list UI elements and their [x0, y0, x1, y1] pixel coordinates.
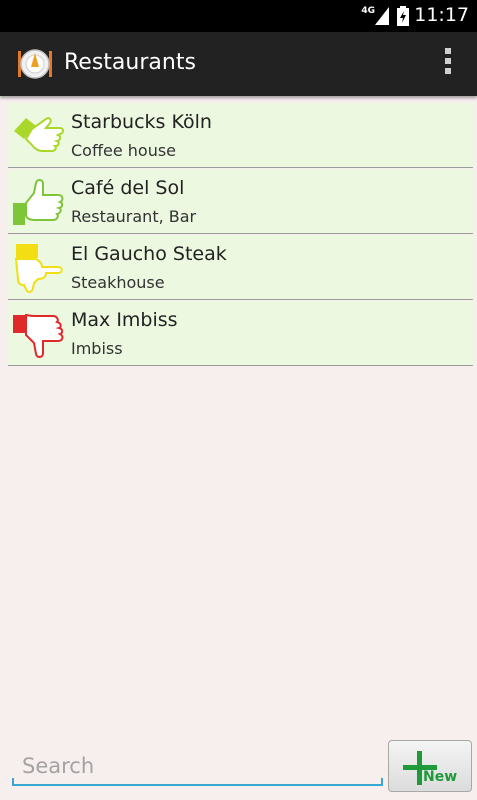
action-bar: Restaurants: [0, 32, 477, 96]
new-button[interactable]: New: [388, 740, 472, 792]
thumb-down-icon: [13, 313, 64, 358]
clock: 11:17: [414, 4, 469, 26]
search-field[interactable]: [12, 748, 383, 786]
restaurant-list: Starbucks Köln Coffee house Café del Sol…: [8, 103, 473, 367]
search-underline-left: [12, 778, 14, 784]
list-item[interactable]: El Gaucho Steak Steakhouse: [8, 235, 473, 300]
restaurant-kind: Restaurant, Bar: [71, 207, 197, 226]
list-item[interactable]: Starbucks Köln Coffee house: [8, 103, 473, 168]
restaurant-name: El Gaucho Steak: [71, 243, 227, 265]
search-underline-right: [381, 778, 383, 784]
search-input[interactable]: [12, 748, 383, 784]
battery-charging-icon: [397, 6, 409, 26]
restaurant-plate-icon[interactable]: [17, 45, 53, 81]
restaurant-kind: Coffee house: [71, 141, 177, 160]
restaurant-name: Starbucks Köln: [71, 111, 212, 133]
restaurant-kind: Imbiss: [71, 339, 123, 358]
list-item[interactable]: Max Imbiss Imbiss: [8, 301, 473, 366]
restaurant-name: Café del Sol: [71, 177, 185, 199]
status-bar: 4G 11:17: [0, 0, 477, 32]
list-item[interactable]: Café del Sol Restaurant, Bar: [8, 169, 473, 234]
restaurant-name: Max Imbiss: [71, 309, 178, 331]
thumb-sideways-down-icon: [14, 244, 63, 293]
app-title: Restaurants: [64, 50, 196, 75]
network-type: 4G: [361, 6, 375, 16]
overflow-menu-icon[interactable]: [441, 48, 455, 80]
restaurant-kind: Steakhouse: [71, 273, 165, 292]
thumb-sideways-up-icon: [14, 117, 64, 152]
new-button-label: New: [423, 769, 458, 785]
signal-icon: [375, 7, 389, 25]
thumb-up-icon: [13, 179, 64, 225]
